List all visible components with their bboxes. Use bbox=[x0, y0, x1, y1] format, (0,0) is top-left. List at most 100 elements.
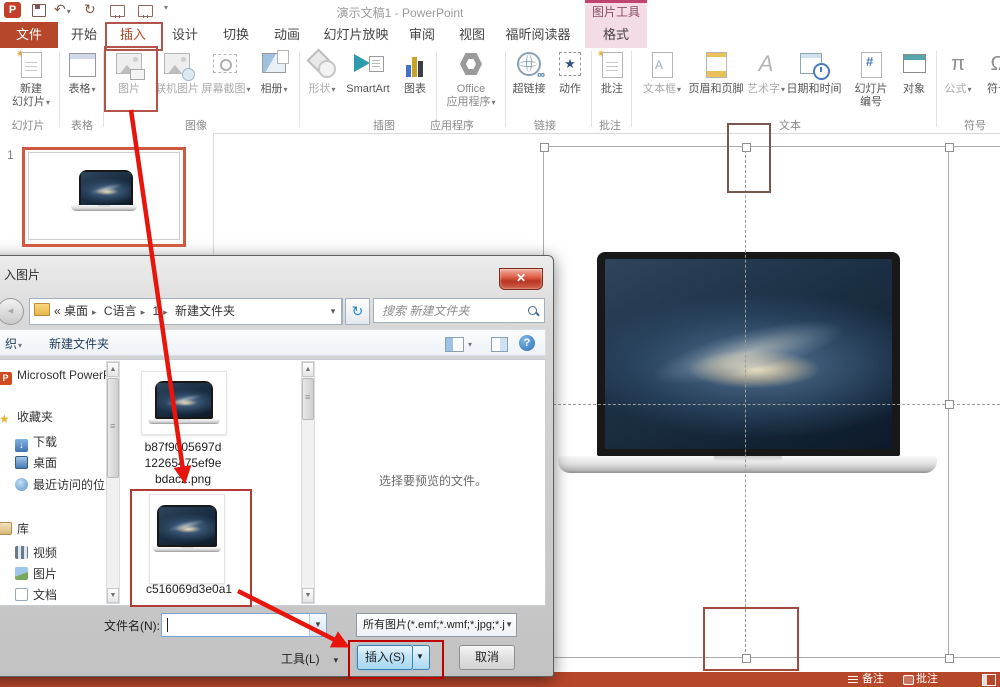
sidebar-item-favorites[interactable]: ★收藏夹 bbox=[0, 408, 53, 425]
tab-home[interactable]: 开始 bbox=[62, 22, 106, 48]
ribbon-button-object[interactable]: 对象 bbox=[896, 50, 932, 96]
file-item-2-name[interactable]: c516069d3e0a1 bbox=[130, 581, 248, 597]
ribbon-button-action[interactable]: ★ 动作 bbox=[552, 50, 588, 96]
organize-menu[interactable]: 织 bbox=[5, 335, 22, 352]
comments-toggle[interactable]: 批注 bbox=[916, 673, 938, 686]
file-list-scrollbar-thumb[interactable] bbox=[302, 378, 314, 420]
ribbon-button-symbol[interactable]: Ω 符号 bbox=[978, 50, 1000, 96]
file-list-scrollbar[interactable]: ▲ ▼ bbox=[301, 361, 315, 604]
ribbon-button-equation[interactable]: π 公式 bbox=[940, 50, 976, 96]
normal-view-icon[interactable] bbox=[982, 674, 996, 686]
ribbon-button-wordart[interactable]: A 艺术字 bbox=[746, 50, 786, 96]
breadcrumb[interactable]: « 桌面▸ C语言▸ 1▸ 新建文件夹 bbox=[29, 298, 343, 325]
handle-top-left[interactable] bbox=[540, 143, 549, 152]
file-list-scroll-down-icon[interactable]: ▼ bbox=[302, 588, 314, 603]
close-icon[interactable]: ✕ bbox=[499, 268, 543, 290]
title-bar: P ↶ ↻ 演示文稿1 - PowerPoint 图片工具 bbox=[0, 0, 1000, 22]
ribbon-button-office-apps[interactable]: Office 应用程序 bbox=[440, 50, 502, 109]
file-type-filter[interactable]: 所有图片(*.emf;*.wmf;*.jpg;*.j ▼ bbox=[356, 613, 517, 637]
sidebar-item-libraries[interactable]: 库 bbox=[0, 520, 29, 537]
sidebar-item-microsoft-powerpoint[interactable]: PMicrosoft PowerP bbox=[0, 368, 111, 385]
filename-dropdown-icon[interactable]: ▼ bbox=[309, 614, 326, 636]
notes-toggle[interactable]: 备注 bbox=[862, 673, 884, 686]
ribbon-button-slide-number[interactable]: # 幻灯片 编号 bbox=[846, 50, 896, 109]
annotation-box-insert-button bbox=[348, 640, 444, 679]
ribbon-button-online-pictures[interactable]: 联机图片 bbox=[153, 50, 201, 96]
tab-slideshow[interactable]: 幻灯片放映 bbox=[315, 22, 397, 48]
ribbon-button-new-slide[interactable]: ✷ 新建 幻灯片 bbox=[4, 50, 58, 109]
tab-transitions[interactable]: 切换 bbox=[214, 22, 258, 48]
documents-icon bbox=[15, 588, 28, 601]
breadcrumb-desktop[interactable]: 桌面 bbox=[64, 304, 88, 318]
sidebar-scroll-down-icon[interactable]: ▼ bbox=[107, 588, 119, 603]
views-dropdown-icon[interactable] bbox=[467, 336, 472, 350]
search-input[interactable]: 搜索 新建文件夹 bbox=[373, 298, 545, 323]
sidebar-scrollbar-thumb[interactable] bbox=[107, 378, 119, 478]
sidebar-item-recent-places[interactable]: 最近访问的位置 bbox=[15, 476, 117, 493]
breadcrumb-c-language[interactable]: C语言 bbox=[104, 304, 137, 318]
sidebar-item-videos[interactable]: 视频 bbox=[15, 544, 57, 561]
slide-laptop-image[interactable] bbox=[597, 252, 900, 456]
views-icon[interactable] bbox=[445, 337, 464, 352]
ribbon-button-photo-album[interactable]: 相册 bbox=[253, 50, 295, 96]
redo-icon[interactable]: ↻ bbox=[84, 1, 96, 18]
screenshot-icon bbox=[210, 50, 242, 80]
ribbon-button-date-time[interactable]: 日期和时间 bbox=[786, 50, 842, 96]
sidebar-item-desktop[interactable]: 桌面 bbox=[15, 454, 57, 471]
slideshow-from-current-icon[interactable] bbox=[138, 5, 153, 17]
handle-bottom-right[interactable] bbox=[945, 654, 954, 663]
save-icon[interactable] bbox=[32, 4, 46, 17]
tools-menu[interactable]: 工具(L) bbox=[281, 650, 338, 667]
group-label-illustrations: 插图 bbox=[354, 120, 414, 132]
tab-foxit-reader[interactable]: 福昕阅读器 bbox=[500, 22, 576, 48]
new-slide-icon: ✷ bbox=[15, 50, 47, 80]
sidebar-item-pictures[interactable]: 图片 bbox=[15, 565, 57, 582]
undo-icon[interactable]: ↶ bbox=[54, 1, 71, 18]
file-item-1-name[interactable]: b87f9005697d 12265475ef9e bdac2.png bbox=[123, 439, 243, 487]
office-apps-icon bbox=[455, 50, 487, 80]
handle-middle-right[interactable] bbox=[945, 400, 954, 409]
tab-format[interactable]: 格式 bbox=[585, 22, 647, 48]
tab-view[interactable]: 视图 bbox=[450, 22, 494, 48]
file-item-1-thumbnail[interactable] bbox=[141, 371, 227, 435]
sidebar-scroll-up-icon[interactable]: ▲ bbox=[107, 362, 119, 377]
back-icon[interactable]: ◂ bbox=[0, 298, 24, 325]
handle-top-right[interactable] bbox=[945, 143, 954, 152]
ribbon-button-header-footer[interactable]: 页眉和页脚 bbox=[686, 50, 746, 96]
start-slideshow-icon[interactable] bbox=[110, 5, 125, 17]
tab-review[interactable]: 审阅 bbox=[400, 22, 444, 48]
sidebar-scrollbar[interactable]: ▲ ▼ bbox=[106, 361, 120, 604]
ribbon-button-chart[interactable]: 图表 bbox=[396, 50, 434, 96]
search-icon bbox=[528, 306, 537, 315]
filename-input[interactable]: ▼ bbox=[161, 613, 327, 637]
sidebar-item-downloads[interactable]: ↓下载 bbox=[15, 433, 57, 452]
downloads-icon: ↓ bbox=[15, 439, 28, 452]
recent-places-clock-icon bbox=[15, 478, 28, 491]
sidebar-item-documents[interactable]: 文档 bbox=[15, 586, 57, 603]
insert-picture-dialog: 入图片 ✕ ◂ « 桌面▸ C语言▸ 1▸ 新建文件夹 ▾ ↻ 搜索 新建文件夹… bbox=[0, 255, 554, 677]
preview-pane-icon[interactable] bbox=[491, 337, 508, 352]
ribbon-button-screenshot[interactable]: 屏幕截图 bbox=[201, 50, 251, 96]
new-folder-button[interactable]: 新建文件夹 bbox=[49, 335, 109, 352]
file-list-scroll-up-icon[interactable]: ▲ bbox=[302, 362, 314, 377]
ribbon-button-table[interactable]: 表格 bbox=[62, 50, 102, 96]
file-2-laptop-image bbox=[157, 505, 217, 547]
date-time-icon bbox=[798, 50, 830, 80]
refresh-icon[interactable]: ↻ bbox=[345, 298, 370, 325]
ribbon-button-shapes[interactable]: 形状 bbox=[303, 50, 341, 96]
ribbon-button-comment[interactable]: ✷ 批注 bbox=[594, 50, 630, 96]
breadcrumb-new-folder[interactable]: 新建文件夹 bbox=[175, 304, 235, 318]
breadcrumb-dropdown-icon[interactable]: ▾ bbox=[325, 298, 342, 325]
tab-file[interactable]: 文件 bbox=[0, 22, 58, 48]
tab-design[interactable]: 设计 bbox=[163, 22, 207, 48]
ribbon-button-hyperlink[interactable]: ∞ 超链接 bbox=[508, 50, 550, 96]
annotation-box-slide-thumbnail bbox=[22, 147, 186, 247]
file-item-2-thumbnail[interactable] bbox=[149, 494, 225, 584]
tab-animations[interactable]: 动画 bbox=[265, 22, 309, 48]
cancel-button[interactable]: 取消 bbox=[459, 645, 515, 670]
top-placeholder-outline bbox=[727, 123, 771, 193]
ribbon-button-smartart[interactable]: SmartArt bbox=[341, 50, 395, 96]
ribbon-button-textbox[interactable]: A 文本框 bbox=[638, 50, 686, 96]
help-icon[interactable]: ? bbox=[519, 335, 535, 351]
qat-customize-icon[interactable] bbox=[163, 2, 168, 12]
